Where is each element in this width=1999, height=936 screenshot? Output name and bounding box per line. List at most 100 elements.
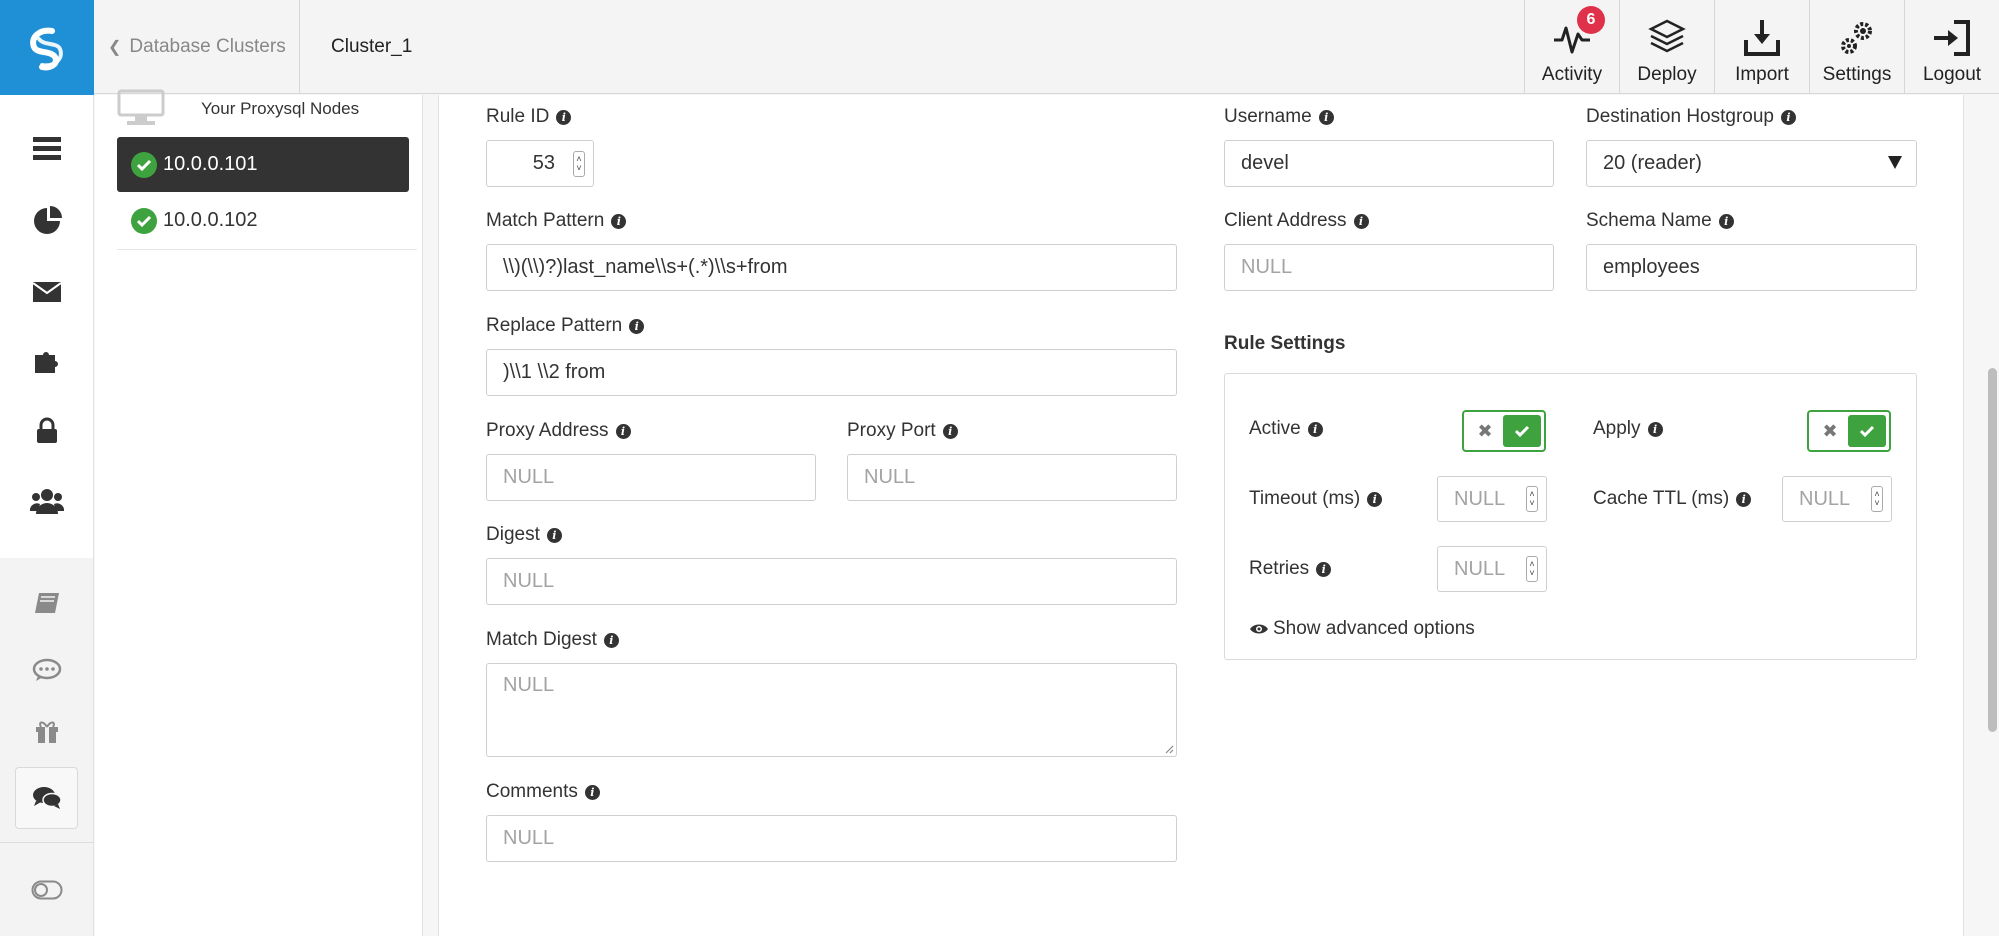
users-icon[interactable] [0,487,94,515]
info-icon[interactable]: i [1307,421,1323,437]
check-icon [1848,415,1886,447]
import-button[interactable]: Import [1714,0,1809,94]
toggle-icon[interactable] [0,880,94,900]
lock-icon[interactable] [0,417,94,445]
digest-input[interactable]: NULL [486,558,1177,605]
match-pattern-input[interactable]: \\)(\\)?)last_name\\s+(.*)\\s+from [486,244,1177,291]
digest-label: Digest i [486,524,562,546]
comments-input[interactable]: NULL [486,815,1177,862]
logo-icon[interactable] [0,0,94,95]
mail-icon[interactable] [0,280,94,304]
activity-label: Activity [1541,64,1603,85]
nodes-panel: Your Proxysql Nodes 10.0.0.101 10.0.0.10… [95,89,423,936]
info-icon[interactable]: i [1718,213,1734,229]
book-icon[interactable] [0,591,94,617]
info-icon[interactable]: i [584,784,600,800]
resize-handle[interactable] [1164,744,1174,754]
info-icon[interactable]: i [1367,491,1383,507]
info-icon[interactable]: i [629,318,645,334]
logout-button[interactable]: Logout [1904,0,1999,94]
node-item[interactable]: 10.0.0.102 [117,193,409,248]
match-digest-textarea[interactable]: NULL [486,663,1177,757]
info-icon[interactable]: i [556,109,572,125]
username-label: Username i [1224,106,1334,128]
cache-ttl-label: Cache TTL (ms) i [1593,488,1752,510]
match-digest-label: Match Digest i [486,629,619,651]
cluster-title: Cluster_1 [331,36,413,57]
destination-hostgroup-select[interactable]: 20 (reader) [1586,140,1917,187]
info-icon[interactable]: i [1736,491,1752,507]
nodes-header: Your Proxysql Nodes [117,89,417,129]
comment-icon[interactable] [0,658,94,682]
dashboard-icon[interactable] [0,206,94,236]
node-item[interactable]: 10.0.0.101 [117,137,409,192]
info-icon[interactable]: i [1353,213,1369,229]
proxy-address-label: Proxy Address i [486,420,631,442]
proxy-port-label: Proxy Port i [847,420,958,442]
active-toggle[interactable]: ✖ [1462,410,1546,452]
chat-icon [32,787,62,809]
check-icon [131,151,157,178]
node-label: 10.0.0.101 [163,153,258,175]
deploy-button[interactable]: Deploy [1619,0,1714,94]
rule-id-stepper[interactable]: ˄ ˅ [573,151,585,177]
clusters-icon[interactable] [0,135,94,163]
rule-id-value: 53 [532,152,555,174]
cache-ttl-input[interactable]: NULL ˄ ˅ [1782,476,1892,522]
info-icon[interactable]: i [615,423,631,439]
activity-badge: 6 [1577,6,1605,34]
rule-id-input[interactable]: 53 ˄ ˅ [486,140,594,187]
breadcrumb-label: Database Clusters [129,36,286,57]
settings-button[interactable]: Settings [1809,0,1904,94]
node-divider [117,249,417,250]
match-pattern-label: Match Pattern i [486,210,627,232]
rule-id-label: Rule ID i [486,106,572,128]
proxy-port-input[interactable]: NULL [847,454,1177,501]
schema-name-input[interactable]: employees [1586,244,1917,291]
info-icon[interactable]: i [546,527,562,543]
close-icon: ✖ [1477,420,1493,441]
nodes-heading: Your Proxysql Nodes [201,99,360,118]
cache-ttl-stepper[interactable]: ˄ ˅ [1871,486,1883,512]
gift-icon[interactable] [0,718,94,744]
timeout-label: Timeout (ms) i [1249,488,1383,510]
proxy-address-input[interactable]: NULL [486,454,816,501]
breadcrumb[interactable]: ❮ Database Clusters [94,0,300,94]
node-label: 10.0.0.102 [163,209,258,231]
check-icon [131,207,157,234]
client-address-label: Client Address i [1224,210,1369,232]
settings-icon [1841,22,1872,54]
schema-name-label: Schema Name i [1586,210,1734,232]
retries-stepper[interactable]: ˄ ˅ [1526,556,1538,582]
apply-label: Apply i [1593,418,1663,440]
timeout-stepper[interactable]: ˄ ˅ [1526,486,1538,512]
client-address-input[interactable]: NULL [1224,244,1554,291]
info-icon[interactable]: i [1781,109,1796,125]
info-icon[interactable]: i [1647,421,1663,437]
chat-button[interactable] [15,767,78,829]
info-icon[interactable]: i [942,423,958,439]
timeout-input[interactable]: NULL ˄ ˅ [1437,476,1547,522]
info-icon[interactable]: i [1318,109,1334,125]
rule-settings-title: Rule Settings [1224,333,1346,354]
info-icon[interactable]: i [1316,561,1332,577]
apply-toggle[interactable]: ✖ [1807,410,1891,452]
comments-label: Comments i [486,781,600,803]
top-bar: ❮ Database Clusters Cluster_1 6 Activity… [0,0,1999,95]
top-nav: 6 Activity Deploy Import Settings Logout [1524,0,1999,94]
retries-input[interactable]: NULL ˄ ˅ [1437,546,1547,592]
show-advanced-link[interactable]: Show advanced options [1249,618,1475,640]
username-input[interactable]: devel [1224,140,1554,187]
logout-icon [1934,20,1970,56]
activity-button[interactable]: 6 Activity [1524,0,1619,94]
puzzle-icon[interactable] [0,347,94,375]
eye-icon [1250,624,1268,634]
scrollbar[interactable] [1988,368,1997,732]
replace-pattern-label: Replace Pattern i [486,315,645,337]
dropdown-arrow-icon [1888,156,1902,169]
logout-label: Logout [1922,64,1982,85]
info-icon[interactable]: i [611,213,627,229]
monitor-icon [117,89,165,125]
info-icon[interactable]: i [603,632,619,648]
replace-pattern-input[interactable]: )\\1 \\2 from [486,349,1177,396]
